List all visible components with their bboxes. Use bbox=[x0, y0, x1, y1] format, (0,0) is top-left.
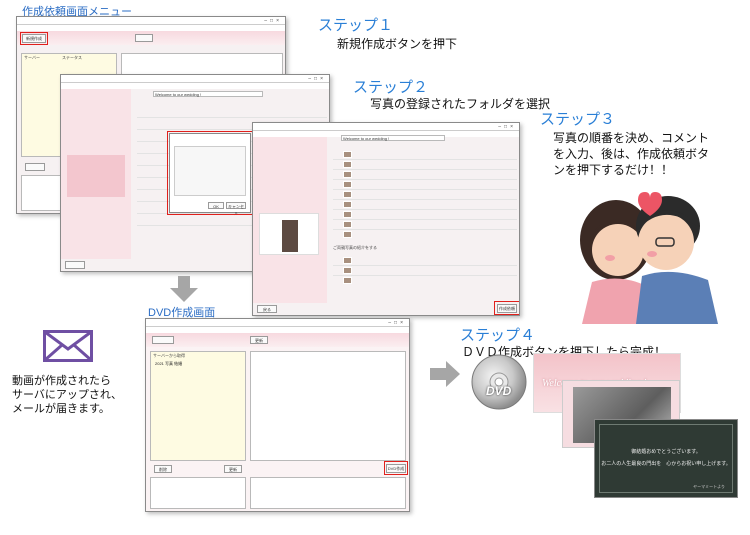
mail-icon bbox=[43, 330, 93, 362]
arrow-down-icon bbox=[170, 276, 198, 302]
dvd-window-titlebar: –□× bbox=[146, 319, 409, 327]
photo-back-button[interactable]: 戻る bbox=[257, 305, 277, 313]
photo-title-text: Welcome to our wedding ! bbox=[343, 136, 390, 141]
dvd-refresh-button[interactable]: 更新 bbox=[224, 465, 242, 473]
dvd-window: –□× 更新 サーバーから取得 2021 写真 結婚 削除 更新 DVD作成 bbox=[145, 318, 410, 512]
step3-title: ステップ３ bbox=[540, 111, 616, 128]
dvd-window-header bbox=[146, 333, 409, 347]
menu-window-titlebar: –□× bbox=[17, 17, 285, 25]
folder-window-titlebar: –□× bbox=[61, 75, 329, 83]
step2-desc: 写真の登録されたフォルダを選択 bbox=[370, 97, 551, 111]
mail-note: 動画が作成されたら サーバにアップされ、 メールが届きます。 bbox=[12, 374, 122, 416]
step4-title: ステップ４ bbox=[460, 327, 536, 344]
window-controls-icon[interactable]: –□× bbox=[264, 17, 282, 25]
dvd-header-button[interactable] bbox=[152, 336, 174, 344]
arrow-right-icon bbox=[430, 361, 460, 387]
window-controls-icon[interactable]: –□× bbox=[498, 123, 516, 131]
mail-note-line3: メールが届きます。 bbox=[12, 403, 110, 415]
dvd-delete-button[interactable]: 削除 bbox=[154, 465, 172, 473]
step1-desc: 新規作成ボタンを押下 bbox=[337, 37, 458, 51]
dvd-server-list[interactable]: サーバーから取得 2021 写真 結婚 bbox=[150, 351, 246, 461]
step2-title: ステップ２ bbox=[353, 79, 429, 96]
dvd-top-refresh-button[interactable]: 更新 bbox=[250, 336, 268, 344]
window-controls-icon[interactable]: –□× bbox=[308, 75, 326, 83]
photo-window: –□× Welcome to our wedding ! ご両親写真の紹介をする… bbox=[252, 122, 520, 316]
photo-title-field[interactable]: Welcome to our wedding ! bbox=[341, 135, 445, 141]
dvd-create-highlight bbox=[384, 461, 408, 475]
mail-note-line1: 動画が作成されたら bbox=[12, 375, 111, 387]
dvd-right-panel[interactable] bbox=[250, 351, 406, 461]
dvd-disc-label: DVD bbox=[486, 384, 512, 398]
menu-top-button[interactable] bbox=[135, 34, 153, 42]
menu-bottom-button[interactable] bbox=[25, 163, 45, 171]
step3-desc-line2: を入力、後は、作成依頼ボタ bbox=[553, 147, 710, 161]
message-slide: 御結婚おめでとうございます。 お二人の人生最良の門出を 心からお祝い申し上げます… bbox=[594, 419, 738, 498]
folder-title-text: Welcome to our wedding ! bbox=[155, 92, 202, 97]
dvd-disc-icon bbox=[471, 354, 527, 410]
mail-note-line2: サーバにアップされ、 bbox=[12, 389, 122, 401]
dvd-list-header: サーバーから取得 bbox=[153, 353, 185, 358]
photo-window-titlebar: –□× bbox=[253, 123, 519, 131]
message-line1: 御結婚おめでとうございます。 bbox=[631, 449, 701, 455]
dvd-log-right bbox=[250, 477, 406, 509]
message-sign: ヤーマミートより bbox=[693, 484, 725, 489]
step1-title: ステップ１ bbox=[318, 17, 394, 34]
dvd-log-left bbox=[150, 477, 246, 509]
step3-desc-line1: 写真の順番を決め、コメント bbox=[553, 131, 710, 145]
menu-table-header-2: ステータス bbox=[62, 55, 82, 60]
folder-slide-preview bbox=[67, 155, 125, 197]
photo-section-label: ご両親写真の紹介をする bbox=[333, 245, 377, 250]
new-create-highlight bbox=[20, 32, 48, 45]
dvd-list-item[interactable]: 2021 写真 結婚 bbox=[155, 361, 182, 367]
menu-table-header-1: サーバー bbox=[24, 55, 40, 60]
folder-back-button[interactable] bbox=[65, 261, 85, 269]
window-controls-icon[interactable]: –□× bbox=[388, 319, 406, 327]
folder-title-field[interactable]: Welcome to our wedding ! bbox=[153, 91, 263, 97]
folder-dialog-highlight bbox=[167, 131, 253, 215]
photo-preview bbox=[259, 213, 319, 255]
step3-desc-line3: ンを押下するだけ！！ bbox=[553, 163, 674, 177]
photo-rows: ご両親写真の紹介をする bbox=[333, 147, 517, 297]
request-button-highlight bbox=[494, 301, 519, 315]
couple-illustration bbox=[580, 192, 718, 324]
message-line2: お二人の人生最良の門出を 心からお祝い申し上げます。 bbox=[601, 461, 731, 467]
